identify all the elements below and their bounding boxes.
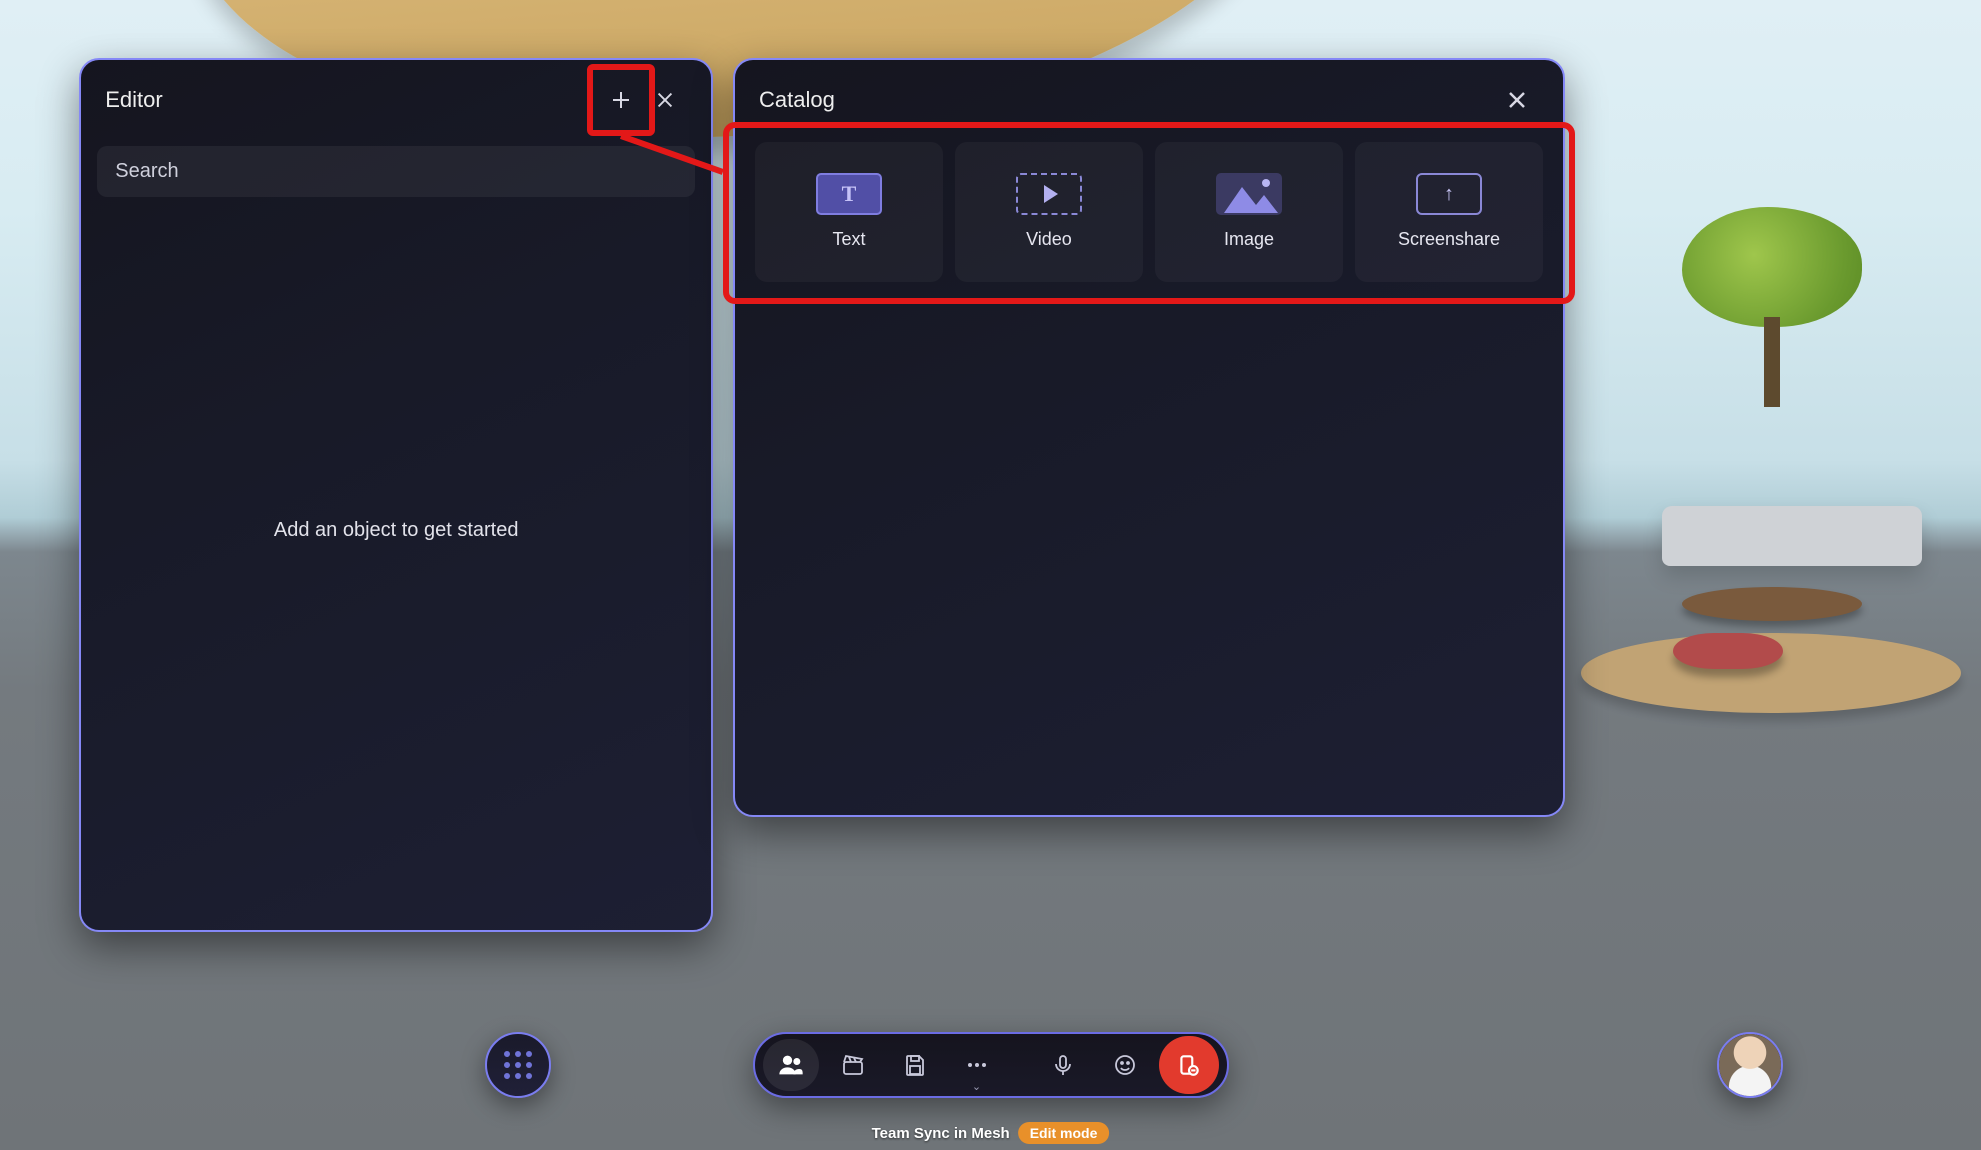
plus-icon: [609, 88, 633, 112]
mode-pill: Edit mode: [1018, 1122, 1110, 1144]
smile-icon: [1113, 1053, 1137, 1077]
catalog-item-image[interactable]: Image: [1155, 142, 1343, 282]
search-input[interactable]: Search: [97, 146, 695, 197]
video-icon: [1016, 173, 1082, 215]
close-icon: [1505, 88, 1529, 112]
catalog-item-video[interactable]: Video: [955, 142, 1143, 282]
people-icon: [777, 1051, 805, 1079]
toolbar: [753, 1032, 1229, 1098]
avatar-button[interactable]: [1717, 1032, 1783, 1098]
catalog-item-label: Video: [1026, 229, 1072, 250]
more-tool-button[interactable]: [949, 1039, 1005, 1091]
avatar-image: [1719, 1034, 1781, 1096]
clapper-icon: [841, 1053, 865, 1077]
catalog-header: Catalog: [735, 60, 1563, 132]
avatars-tool-button[interactable]: [763, 1039, 819, 1091]
editor-title: Editor: [105, 87, 599, 113]
catalog-item-label: Screenshare: [1398, 229, 1500, 250]
mic-icon: [1051, 1053, 1075, 1077]
mic-tool-button[interactable]: [1035, 1039, 1091, 1091]
leave-tool-button[interactable]: [1159, 1036, 1219, 1094]
catalog-panel: Catalog T Text Video Image Screenshare: [733, 58, 1565, 817]
add-button[interactable]: [599, 78, 643, 122]
close-icon: [654, 89, 676, 111]
leave-icon: [1176, 1052, 1202, 1078]
catalog-item-label: Image: [1224, 229, 1274, 250]
apps-grid-icon: [504, 1051, 532, 1079]
editor-empty-message: Add an object to get started: [81, 211, 711, 930]
save-tool-button[interactable]: [887, 1039, 943, 1091]
close-editor-button[interactable]: [643, 78, 687, 122]
status-bar: Team Sync in Mesh Edit mode: [872, 1122, 1110, 1144]
editor-panel: Editor Search Add an object to get start…: [79, 58, 713, 932]
text-icon: T: [816, 173, 882, 215]
catalog-title: Catalog: [759, 87, 1495, 113]
catalog-item-label: Text: [832, 229, 865, 250]
catalog-item-text[interactable]: T Text: [755, 142, 943, 282]
more-icon: [965, 1053, 989, 1077]
editor-header: Editor: [81, 60, 711, 132]
catalog-grid: T Text Video Image Screenshare: [735, 132, 1563, 292]
image-icon: [1216, 173, 1282, 215]
session-name: Team Sync in Mesh: [872, 1125, 1010, 1142]
save-icon: [903, 1053, 927, 1077]
close-catalog-button[interactable]: [1495, 78, 1539, 122]
reactions-tool-button[interactable]: [1097, 1039, 1153, 1091]
effects-tool-button[interactable]: [825, 1039, 881, 1091]
catalog-item-screenshare[interactable]: Screenshare: [1355, 142, 1543, 282]
screenshare-icon: [1416, 173, 1482, 215]
